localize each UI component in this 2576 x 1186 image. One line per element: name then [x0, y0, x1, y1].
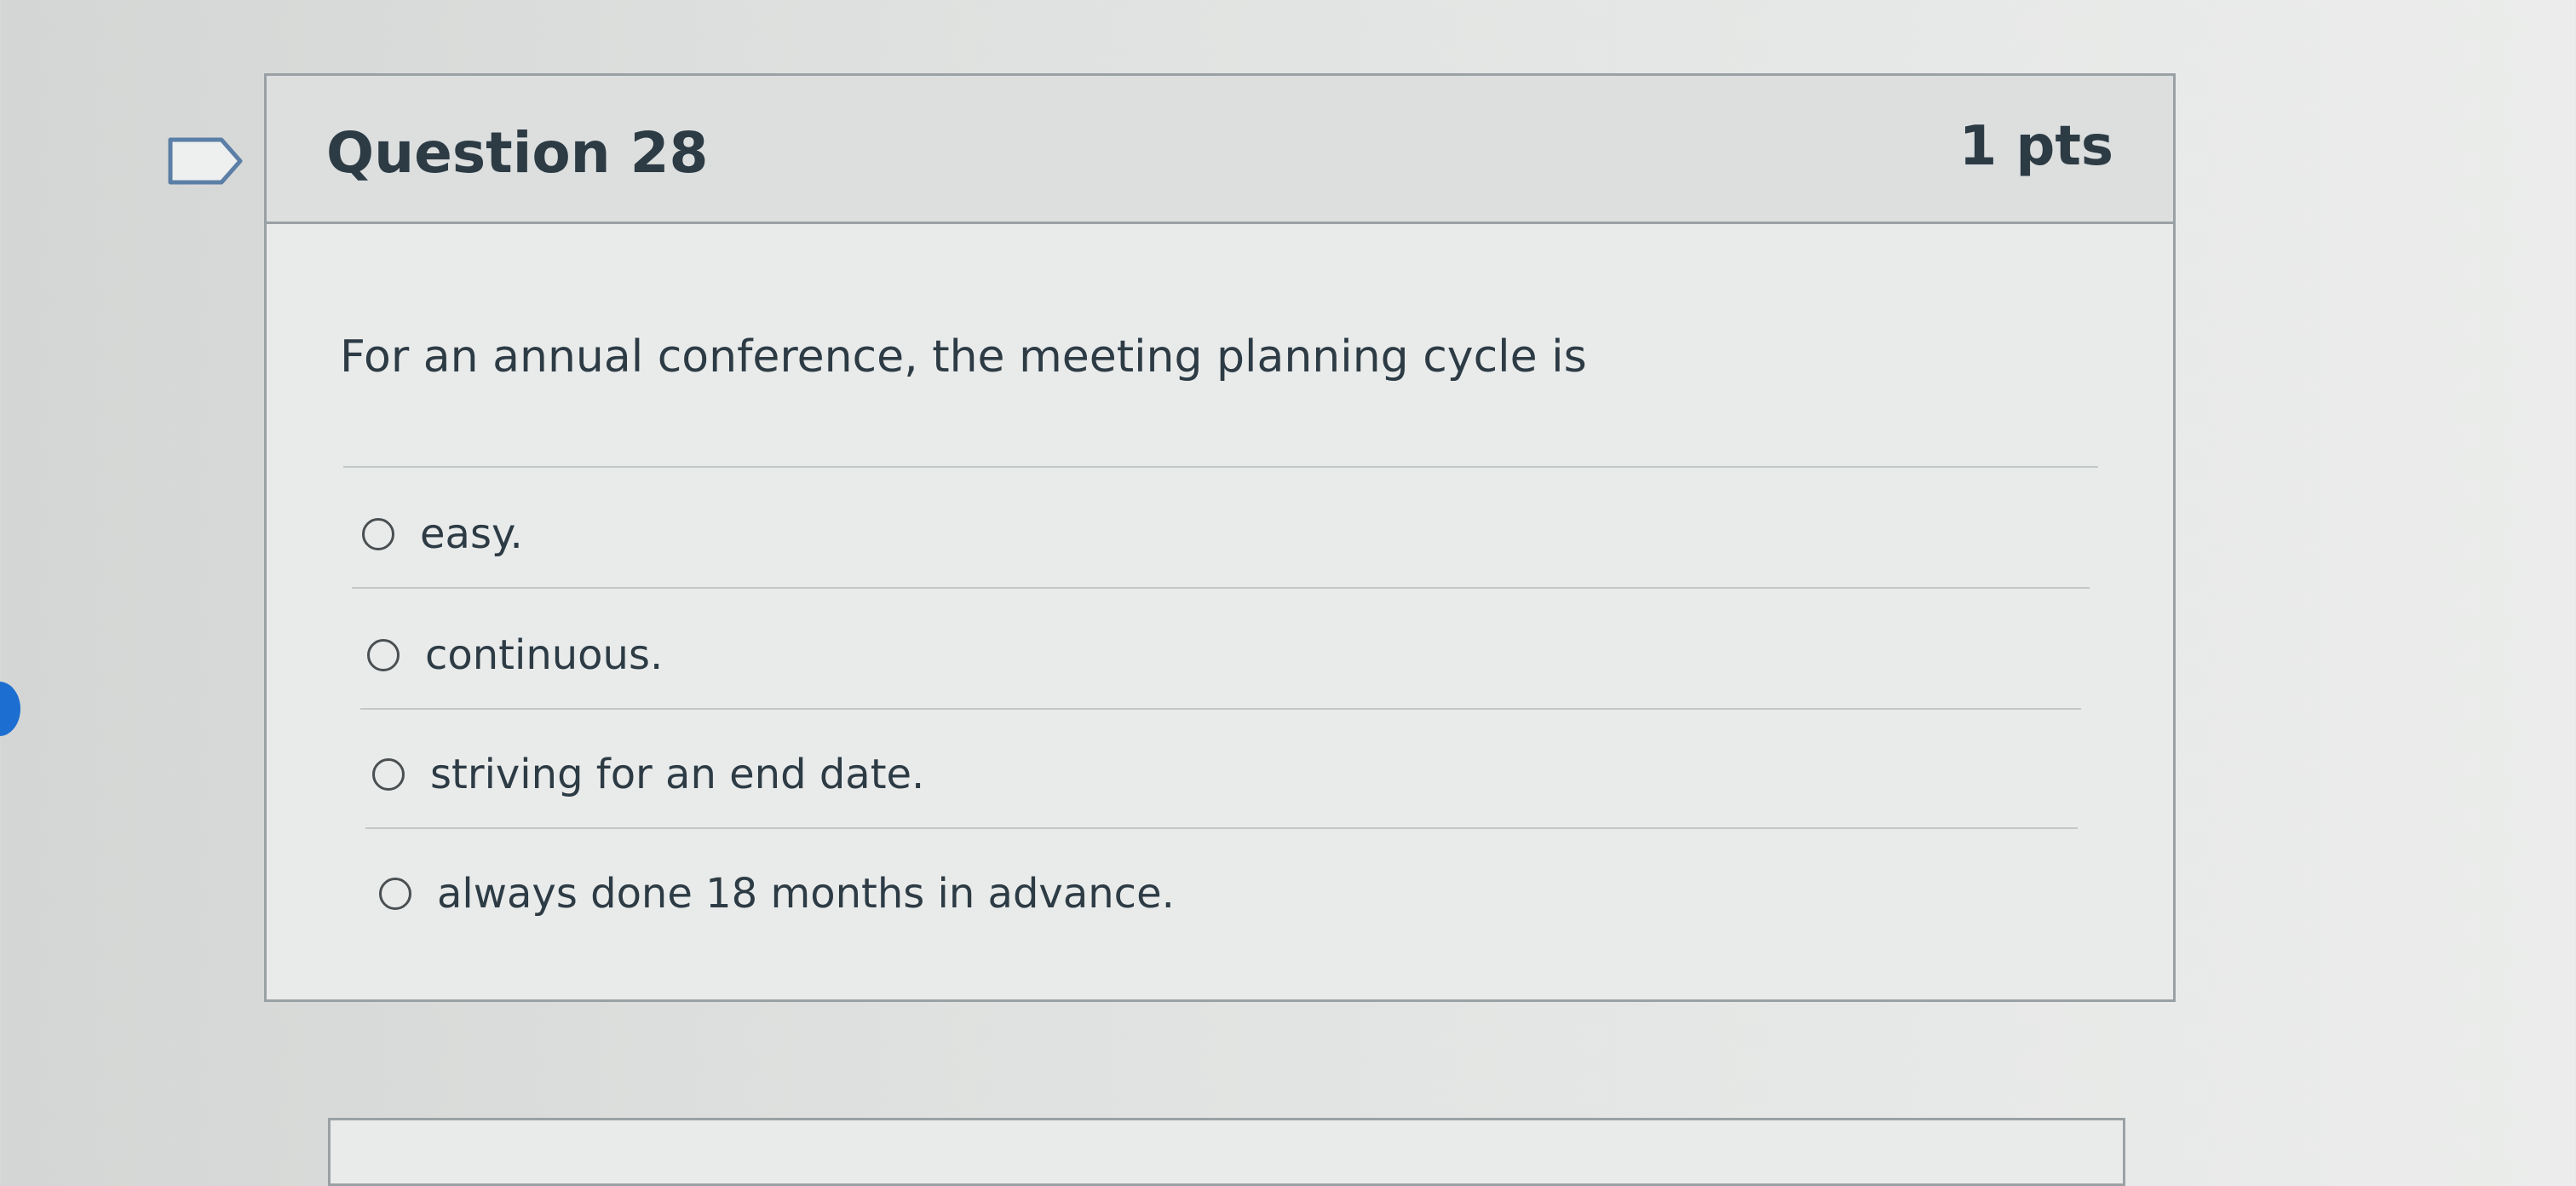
answer-divider: [365, 827, 2078, 829]
question-title: Question 28: [326, 120, 709, 186]
answer-label: striving for an end date.: [430, 751, 925, 798]
radio-button[interactable]: [372, 758, 405, 791]
radio-button[interactable]: [362, 518, 394, 550]
question-card: Question 28 1 pts For an annual conferen…: [264, 73, 2176, 1002]
question-text: For an annual conference, the meeting pl…: [340, 331, 1587, 383]
question-divider: [343, 466, 2098, 468]
answer-divider: [352, 587, 2090, 589]
radio-button[interactable]: [367, 639, 400, 671]
question-points: 1 pts: [1958, 115, 2113, 178]
answer-divider: [360, 708, 2081, 710]
answer-option[interactable]: continuous.: [367, 631, 663, 679]
next-question-card: [328, 1118, 2125, 1186]
answer-option[interactable]: striving for an end date.: [372, 751, 924, 798]
answer-option[interactable]: always done 18 months in advance.: [379, 870, 1175, 918]
flag-question-icon[interactable]: [167, 136, 244, 186]
question-header: Question 28 1 pts: [267, 76, 2173, 224]
answer-label: always done 18 months in advance.: [437, 870, 1175, 918]
radio-button[interactable]: [379, 878, 411, 910]
answer-label: easy.: [420, 510, 523, 558]
side-indicator-dot: [0, 682, 20, 736]
answer-option[interactable]: easy.: [362, 510, 523, 558]
answer-label: continuous.: [425, 631, 664, 679]
